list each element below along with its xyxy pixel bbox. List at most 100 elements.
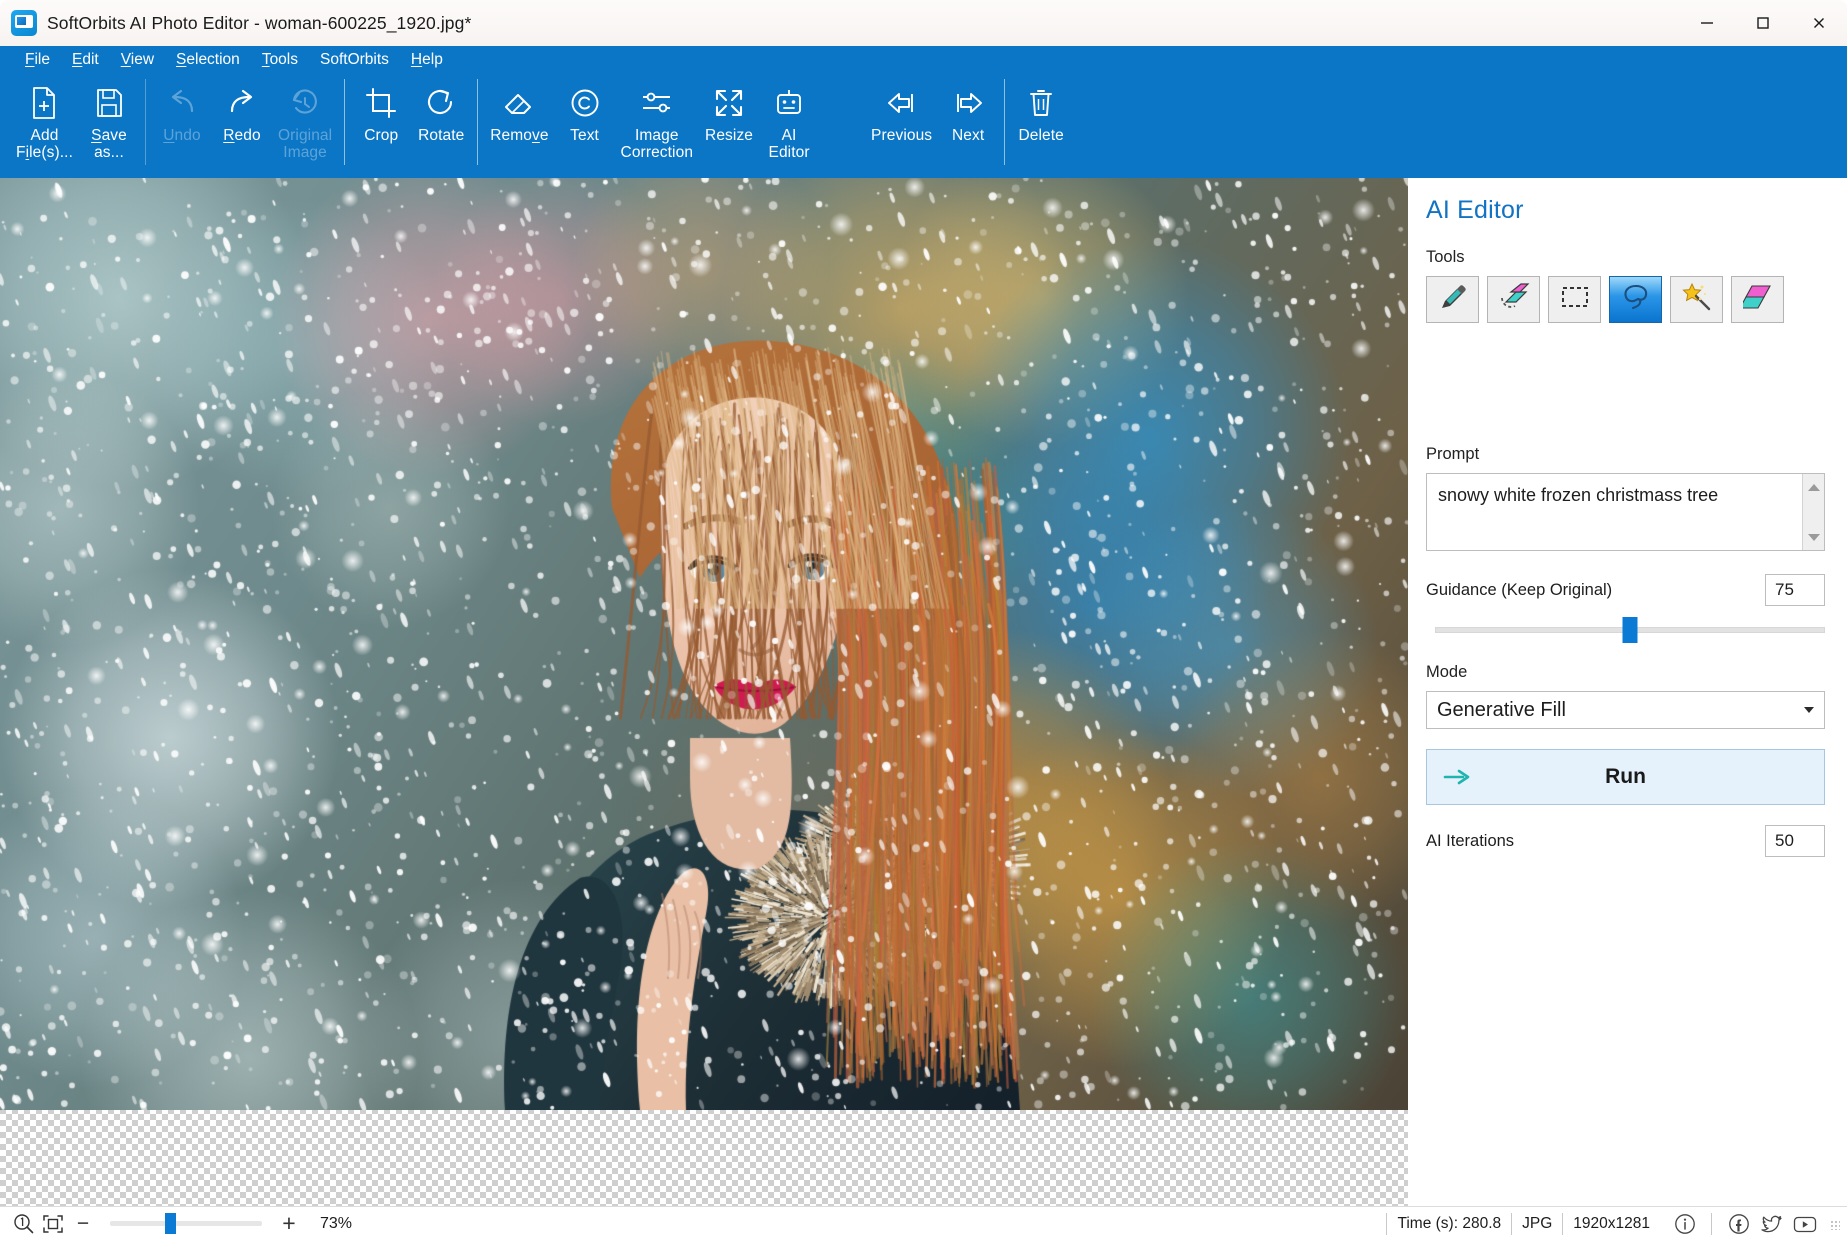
toolbar-rotate[interactable]: Rotate xyxy=(411,73,471,169)
window-controls xyxy=(1679,0,1847,46)
toolbar-delete[interactable]: Delete xyxy=(1011,73,1071,169)
tools-label: Tools xyxy=(1426,248,1825,267)
toolbar-remove[interactable]: Remove xyxy=(484,73,554,169)
toolbar-image-correction[interactable]: Image Correction xyxy=(615,73,700,169)
status-separator xyxy=(1511,1213,1512,1235)
status-separator xyxy=(1562,1213,1563,1235)
guidance-slider-thumb[interactable] xyxy=(1623,617,1638,643)
guidance-slider[interactable] xyxy=(1435,617,1825,643)
scroll-down-icon[interactable] xyxy=(1803,528,1824,546)
run-label: Run xyxy=(1427,765,1824,789)
facebook-icon[interactable] xyxy=(1722,1213,1755,1235)
twitter-icon[interactable] xyxy=(1755,1213,1788,1235)
toolbar-add-files[interactable]: Add File(s)... xyxy=(10,73,79,169)
iterations-label: AI Iterations xyxy=(1426,832,1514,851)
image-canvas-area[interactable] xyxy=(0,178,1408,1206)
toolbar-label: Crop xyxy=(364,127,398,144)
maximize-button[interactable] xyxy=(1735,0,1791,46)
magic-wand-tool[interactable] xyxy=(1670,276,1723,323)
status-separator xyxy=(1386,1213,1387,1235)
toolbar-label: Original Image xyxy=(278,127,332,161)
menu-item-help[interactable]: Help xyxy=(400,49,454,71)
toolbar-label: Rotate xyxy=(418,127,464,144)
zoom-in-button[interactable]: + xyxy=(274,1210,304,1237)
zoom-slider-thumb[interactable] xyxy=(165,1213,176,1234)
toolbar-crop[interactable]: Crop xyxy=(351,73,411,169)
toolbar-separator xyxy=(344,79,345,165)
eraser-icon xyxy=(503,83,535,123)
copyright-circle-icon xyxy=(570,83,600,123)
resize-grip[interactable] xyxy=(1827,1217,1841,1231)
prompt-text[interactable]: snowy white frozen christmass tree xyxy=(1427,474,1802,550)
menu-item-selection[interactable]: Selection xyxy=(165,49,251,71)
status-bar: − + 73% Time (s): 280.8 JPG 1920x1281 xyxy=(0,1206,1847,1240)
toolbar-previous[interactable]: Previous xyxy=(865,73,938,169)
eraser-circle-icon xyxy=(1498,282,1530,317)
toolbar-label: Next xyxy=(952,127,984,144)
redo-arrow-icon xyxy=(225,83,259,123)
erase-tool[interactable] xyxy=(1487,276,1540,323)
photo-preview[interactable] xyxy=(0,178,1408,1110)
toolbar-next[interactable]: Next xyxy=(938,73,998,169)
menu-item-view[interactable]: View xyxy=(110,49,165,71)
mode-dropdown[interactable]: Generative Fill xyxy=(1426,691,1825,729)
arrow-left-icon xyxy=(885,83,919,123)
menu-item-edit[interactable]: Edit xyxy=(61,49,110,71)
zoom-slider-track xyxy=(110,1221,262,1226)
dimensions-label: 1920x1281 xyxy=(1573,1215,1650,1233)
zoom-out-button[interactable]: − xyxy=(68,1212,98,1236)
prompt-scrollbar[interactable] xyxy=(1802,474,1824,550)
clock-history-icon xyxy=(289,83,321,123)
youtube-icon[interactable] xyxy=(1788,1213,1821,1235)
toolbar-label: Delete xyxy=(1018,127,1063,144)
brush-tool[interactable] xyxy=(1426,276,1479,323)
mode-label: Mode xyxy=(1426,663,1825,682)
toolbar-save-as[interactable]: Save as... xyxy=(79,73,139,169)
toolbar-label: Text xyxy=(570,127,599,144)
toolbar-ai-editor[interactable]: AI Editor xyxy=(759,73,819,169)
menu-item-file[interactable]: File xyxy=(14,49,61,71)
fit-to-window-icon[interactable] xyxy=(38,1214,68,1234)
rect-select-tool[interactable] xyxy=(1548,276,1601,323)
title-bar: SoftOrbits AI Photo Editor - woman-60022… xyxy=(0,0,1847,46)
status-separator xyxy=(1711,1213,1712,1235)
toolbar-redo[interactable]: Redo xyxy=(212,73,272,169)
magnifier-1to1-icon[interactable] xyxy=(8,1213,38,1234)
minimize-button[interactable] xyxy=(1679,0,1735,46)
toolbar-text[interactable]: Text xyxy=(555,73,615,169)
crop-icon xyxy=(366,83,396,123)
scroll-up-icon[interactable] xyxy=(1803,478,1824,496)
toolbar-label: Undo xyxy=(163,127,200,144)
toolbar-resize[interactable]: Resize xyxy=(699,73,759,169)
menu-item-tools[interactable]: Tools xyxy=(251,49,309,71)
toolbar-separator xyxy=(477,79,478,165)
processing-time-label: Time (s): 280.8 xyxy=(1397,1215,1501,1233)
magic-wand-icon xyxy=(1681,282,1713,317)
tools-row xyxy=(1426,276,1825,323)
prompt-label: Prompt xyxy=(1426,445,1825,464)
toolbar-label: AI Editor xyxy=(769,127,810,161)
brush-icon xyxy=(1438,282,1468,317)
guidance-label: Guidance (Keep Original) xyxy=(1426,581,1612,600)
lasso-tool[interactable] xyxy=(1609,276,1662,323)
toolbar-separator xyxy=(145,79,146,165)
close-button[interactable] xyxy=(1791,0,1847,46)
menu-item-softorbits[interactable]: SoftOrbits xyxy=(309,49,400,71)
gradient-tool[interactable] xyxy=(1731,276,1784,323)
guidance-value-field[interactable]: 75 xyxy=(1765,574,1825,606)
iterations-row: AI Iterations 50 xyxy=(1426,825,1825,857)
zoom-percent-label: 73% xyxy=(320,1215,352,1233)
gradient-fill-icon xyxy=(1743,282,1773,317)
toolbar-label: Add File(s)... xyxy=(16,127,73,161)
expand-arrows-icon xyxy=(714,83,744,123)
run-button[interactable]: Run xyxy=(1426,749,1825,805)
prompt-field[interactable]: snowy white frozen christmass tree xyxy=(1426,473,1825,551)
menu-bar: File Edit View Selection Tools SoftOrbit… xyxy=(0,46,1847,73)
ai-editor-panel: AI Editor Tools Prompt snowy white froze… xyxy=(1408,178,1847,1206)
robot-icon xyxy=(773,83,805,123)
zoom-slider[interactable] xyxy=(110,1213,262,1235)
info-circle-icon[interactable] xyxy=(1668,1213,1701,1235)
photo-image[interactable] xyxy=(0,178,1408,1110)
iterations-value-field[interactable]: 50 xyxy=(1765,825,1825,857)
workspace: AI Editor Tools Prompt snowy white froze… xyxy=(0,178,1847,1206)
